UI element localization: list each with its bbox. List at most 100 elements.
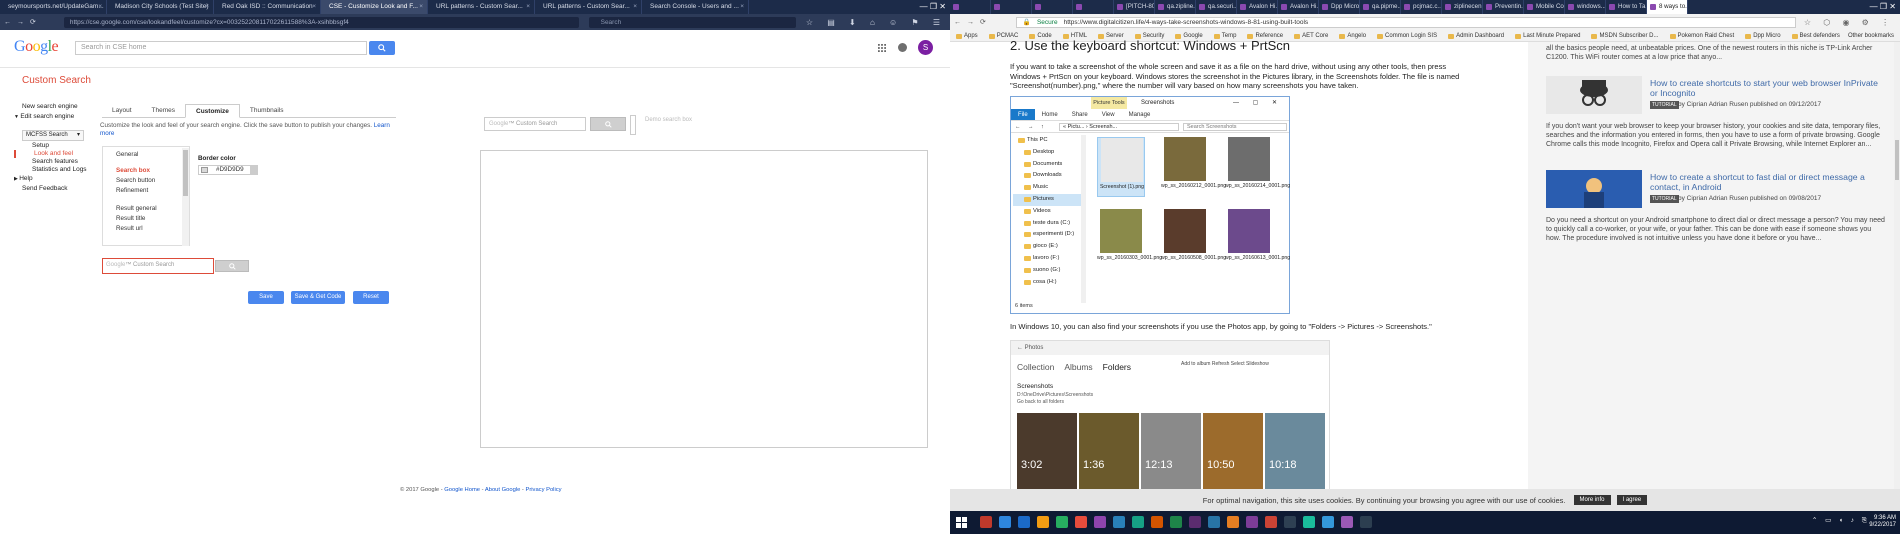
- taskbar-app-icon[interactable]: [1208, 516, 1220, 528]
- list-item-refinement[interactable]: Refinement: [103, 186, 189, 196]
- bookmark-item[interactable]: Pokemon Raid Chest: [1669, 33, 1734, 39]
- reload-icon[interactable]: ⟳: [980, 18, 986, 26]
- browser-tab[interactable]: Avalon Hi...: [1278, 0, 1319, 14]
- right-window-controls[interactable]: — ❐ ✕: [1870, 0, 1896, 14]
- related-thumb-android[interactable]: [1546, 170, 1642, 208]
- browser-tab[interactable]: Preventin...: [1483, 0, 1524, 14]
- tab-thumbnails[interactable]: Thumbnails: [240, 104, 294, 117]
- other-bookmarks[interactable]: Other bookmarks: [1848, 30, 1894, 42]
- demo-search-button[interactable]: [590, 117, 626, 131]
- reload-icon[interactable]: ⟳: [30, 18, 36, 26]
- list-item-search-button[interactable]: Search button: [103, 176, 189, 186]
- bookmark-item[interactable]: Apps: [956, 33, 978, 39]
- help-link[interactable]: ▶ Help: [14, 174, 94, 184]
- right-toolbar-icons[interactable]: ☆ ⬡ ◉ ⚙ ⋮: [1804, 18, 1894, 27]
- taskbar-app-icon[interactable]: [1113, 516, 1125, 528]
- browser-tab[interactable]: 8 ways to...: [1647, 0, 1688, 14]
- privacy-policy-link[interactable]: Privacy Policy: [525, 487, 561, 493]
- taskbar-app-icon[interactable]: [1094, 516, 1106, 528]
- bookmark-item[interactable]: Best defenders: [1791, 33, 1840, 39]
- list-item-result-url[interactable]: Result url: [103, 224, 189, 234]
- search-box-preview-input[interactable]: Google™ Custom Search: [102, 258, 214, 274]
- browser-tab[interactable]: CSE - Customize Look and F... ×: [321, 0, 428, 14]
- notifications-icon[interactable]: [898, 43, 907, 52]
- list-item-general[interactable]: General: [103, 150, 189, 160]
- sidebar-item-look-and-feel[interactable]: Look and feel: [14, 150, 94, 158]
- search-box-preview-button[interactable]: [215, 260, 249, 272]
- windows-start-icon[interactable]: [956, 517, 967, 528]
- taskbar-app-icon[interactable]: [1303, 516, 1315, 528]
- browser-tab[interactable]: qa.securi...: [1196, 0, 1237, 14]
- forward-icon[interactable]: →: [17, 19, 24, 26]
- close-tab-icon[interactable]: ×: [633, 0, 637, 14]
- demo-search-input[interactable]: Google™ Custom Search: [484, 117, 586, 131]
- browser-tab[interactable]: seymoursports.net/UpdateGam... ×: [0, 0, 107, 14]
- browser-tab[interactable]: ziplinecen...: [1442, 0, 1483, 14]
- taskbar-app-icon[interactable]: [1151, 516, 1163, 528]
- right-url-bar[interactable]: 🔒 Secure https://www.digitalcitizen.life/4…: [1015, 16, 1796, 28]
- tab-customize[interactable]: Customize: [185, 104, 240, 118]
- taskbar-app-icon[interactable]: [1246, 516, 1258, 528]
- taskbar-app-icon[interactable]: [1360, 516, 1372, 528]
- close-tab-icon[interactable]: ×: [98, 0, 102, 14]
- save-get-code-button[interactable]: Save & Get Code: [291, 291, 345, 304]
- apps-grid-icon[interactable]: [878, 44, 886, 52]
- bookmark-item[interactable]: Common Login SIS: [1377, 33, 1437, 39]
- related-thumb-incognito[interactable]: [1546, 76, 1642, 114]
- left-browser-search[interactable]: Search: [588, 16, 796, 28]
- taskbar-app-icon[interactable]: [1341, 516, 1353, 528]
- sidebar-item-statistics[interactable]: Statistics and Logs: [14, 166, 94, 174]
- color-reset-icon[interactable]: [250, 166, 258, 174]
- related-title-1[interactable]: How to create shortcuts to start your we…: [1650, 78, 1886, 98]
- system-tray-icons[interactable]: ⌃ ▭ ◖ ♪ ⎘: [1812, 516, 1870, 525]
- google-home-link[interactable]: Google Home: [444, 487, 480, 493]
- about-google-link[interactable]: About Google: [485, 487, 520, 493]
- close-tab-icon[interactable]: ×: [740, 0, 744, 14]
- new-search-engine-link[interactable]: New search engine: [14, 102, 94, 112]
- browser-tab[interactable]: Dpp Micro...: [1319, 0, 1360, 14]
- browser-tab[interactable]: windows...: [1565, 0, 1606, 14]
- save-button[interactable]: Save: [248, 291, 284, 304]
- related-title-2[interactable]: How to create a shortcut to fast dial or…: [1650, 172, 1886, 192]
- bookmark-item[interactable]: Angelo: [1339, 33, 1366, 39]
- edit-search-engine-link[interactable]: ▼ Edit search engine: [14, 112, 94, 122]
- account-avatar[interactable]: S: [918, 40, 933, 55]
- list-item-search-box[interactable]: Search box: [103, 166, 189, 176]
- tab-themes[interactable]: Themes: [142, 104, 185, 117]
- browser-tab[interactable]: [991, 0, 1032, 14]
- browser-tab[interactable]: Madison City Schools (Test Site) ×: [107, 0, 214, 14]
- browser-tab[interactable]: URL patterns - Custom Sear... ×: [428, 0, 535, 14]
- bookmark-item[interactable]: Admin Dashboard: [1448, 33, 1504, 39]
- cse-home-search-input[interactable]: Search in CSE home: [75, 41, 367, 55]
- browser-tab[interactable]: How to Ta...: [1606, 0, 1647, 14]
- close-tab-icon[interactable]: ×: [419, 0, 423, 14]
- bookmark-item[interactable]: Dpp Micro: [1745, 33, 1781, 39]
- bookmark-item[interactable]: MSDN Subscriber D...: [1591, 33, 1659, 39]
- taskbar-app-icon[interactable]: [980, 516, 992, 528]
- search-engine-select[interactable]: MCFSS Search ▾: [22, 130, 84, 141]
- sidebar-item-setup[interactable]: Setup: [14, 142, 94, 150]
- taskbar-app-icon[interactable]: [1227, 516, 1239, 528]
- cookie-more-info-button[interactable]: More info: [1573, 495, 1611, 505]
- browser-tab[interactable]: qa.zipline...: [1155, 0, 1196, 14]
- sidebar-item-search-features[interactable]: Search features: [14, 158, 94, 166]
- list-item-result-title[interactable]: Result title: [103, 214, 189, 224]
- browser-tab[interactable]: Search Console - Users and ... ×: [642, 0, 749, 14]
- element-list-scroll-thumb[interactable]: [183, 150, 188, 196]
- browser-tab[interactable]: [1073, 0, 1114, 14]
- tab-layout[interactable]: Layout: [102, 104, 142, 117]
- taskbar-app-icon[interactable]: [1018, 516, 1030, 528]
- list-item-result-general[interactable]: Result general: [103, 204, 189, 214]
- taskbar-app-icon[interactable]: [1037, 516, 1049, 528]
- send-feedback-link[interactable]: Send Feedback: [14, 184, 94, 194]
- close-tab-icon[interactable]: ×: [526, 0, 530, 14]
- browser-tab[interactable]: qa.pipme...: [1360, 0, 1401, 14]
- google-logo[interactable]: Google: [14, 38, 59, 56]
- taskbar-app-icon[interactable]: [1056, 516, 1068, 528]
- taskbar-clock[interactable]: 9:36 AM 9/22/2017: [1869, 515, 1896, 529]
- cookie-agree-button[interactable]: I agree: [1616, 495, 1648, 505]
- page-scroll-thumb[interactable]: [1895, 140, 1899, 180]
- page-scrollbar[interactable]: [1894, 42, 1900, 500]
- browser-tab[interactable]: [950, 0, 991, 14]
- taskbar-app-icon[interactable]: [1170, 516, 1182, 528]
